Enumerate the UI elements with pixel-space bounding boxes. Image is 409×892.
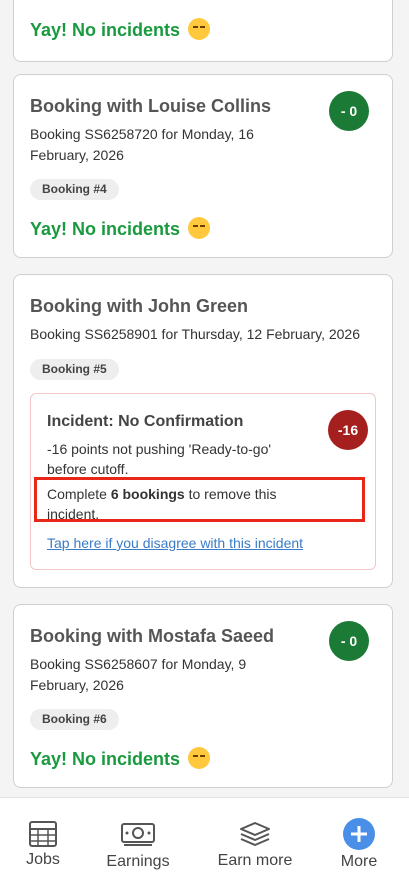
incident-panel: Incident: No Confirmation -16 -16 points… <box>30 393 376 570</box>
calendar-icon <box>29 821 57 847</box>
booking-number-badge: Booking #5 <box>30 359 119 380</box>
booking-title: Booking with Mostafa Saeed <box>30 626 275 646</box>
highlight-box <box>34 477 365 522</box>
tab-more[interactable]: More <box>322 798 396 892</box>
tab-earnings[interactable]: Earnings <box>92 798 184 892</box>
dispute-incident-link[interactable]: Tap here if you disagree with this incid… <box>47 535 303 551</box>
booking-subtitle: Booking SS6258607 for Monday, 9 February… <box>30 656 247 693</box>
plus-circle-icon <box>343 818 375 850</box>
points-badge: - 0 <box>329 91 369 131</box>
tab-label: Earnings <box>106 853 170 870</box>
no-incidents-text: Yay! No incidents <box>30 747 211 770</box>
party-face-emoji-icon <box>188 217 211 239</box>
tab-label: Earn more <box>217 852 293 869</box>
booking-title: Booking with Louise Collins <box>30 96 271 116</box>
booking-card: Booking with Louise Collins Booking SS62… <box>13 74 393 258</box>
no-incidents-text: Yay! No incidents <box>30 217 211 240</box>
booking-number-badge: Booking #6 <box>30 709 119 730</box>
incident-title: Incident: No Confirmation <box>47 413 244 430</box>
tab-earn-more[interactable]: Earn more <box>205 798 305 892</box>
booking-subtitle: Booking SS6258720 for Monday, 16 Februar… <box>30 126 254 163</box>
points-badge: - 0 <box>329 621 369 661</box>
stack-icon <box>240 822 270 846</box>
booking-number-badge: Booking #4 <box>30 179 119 200</box>
no-incidents-text: Yay! No incidents <box>30 18 211 41</box>
booking-subtitle: Booking SS6258901 for Thursday, 12 Febru… <box>30 326 360 342</box>
booking-card: Yay! No incidents <box>13 0 393 62</box>
party-face-emoji-icon <box>188 747 211 769</box>
booking-card: Booking with Mostafa Saeed Booking SS625… <box>13 604 393 788</box>
bottom-tab-bar: Jobs Earnings Earn more More <box>0 797 409 892</box>
tab-jobs[interactable]: Jobs <box>0 798 86 892</box>
cash-icon <box>121 823 155 846</box>
party-face-emoji-icon <box>188 18 211 40</box>
tab-label: Jobs <box>26 851 60 868</box>
incident-points-badge: -16 <box>328 410 368 450</box>
booking-card: Booking with John Green Booking SS625890… <box>13 274 393 588</box>
booking-title: Booking with John Green <box>30 296 249 316</box>
tab-label: More <box>340 853 378 870</box>
incident-description: -16 points not pushing 'Ready-to-go' bef… <box>47 441 272 477</box>
